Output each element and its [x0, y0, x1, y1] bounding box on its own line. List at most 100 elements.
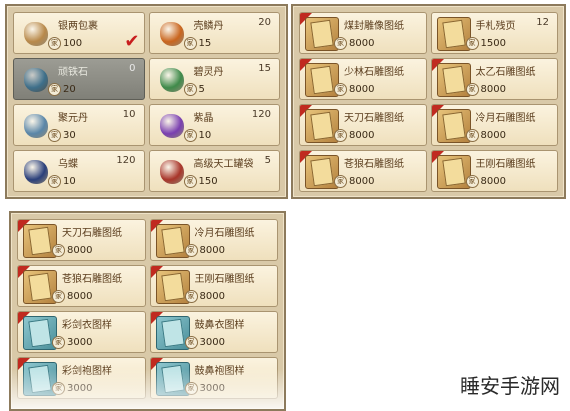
item-price: 家 8000	[334, 175, 374, 188]
item-price: 家3000	[184, 336, 225, 349]
item-name: 紫晶	[193, 113, 214, 124]
shop-panel-blueprints: 煤封雕像图纸家 8000 手札残页 12 家 1500 少林石雕图纸家 8000 太乙石雕图纸家…	[291, 4, 566, 199]
item-price: 家 30	[48, 129, 76, 142]
shop-item[interactable]: 鼓鼻衣图样家 3000	[149, 311, 278, 353]
shop-item[interactable]: 碧灵丹 15 家 5	[148, 58, 280, 100]
shop-item[interactable]: 王刚石雕图纸家 8000	[149, 265, 278, 307]
fade-overlay	[11, 369, 284, 409]
item-price: 家 8000	[465, 175, 506, 188]
shop-item[interactable]: 紫晶 120 家 10	[148, 104, 280, 146]
item-name: 银两包裹	[58, 21, 98, 32]
item-name: 太乙石雕图纸	[475, 67, 536, 78]
shop-item[interactable]: 聚元丹 10 家 30	[13, 104, 145, 146]
price-value: 8000	[349, 84, 375, 95]
item-quantity: 5	[264, 155, 271, 166]
price-value: 8000	[67, 245, 93, 256]
currency-icon: 家	[183, 37, 197, 50]
item-name: 鼓鼻衣图样	[194, 320, 245, 331]
item-price: 家 8000	[334, 83, 374, 96]
item-name: 冷月石雕图纸	[194, 228, 255, 239]
item-name: 手札残页	[475, 21, 516, 32]
price-value: 8000	[349, 176, 375, 187]
shop-item[interactable]: 顽铁石 0 家 20	[13, 58, 145, 100]
currency-icon: 家	[183, 175, 197, 188]
currency-icon: 家	[48, 83, 61, 96]
item-price: 家 10	[48, 175, 76, 188]
currency-icon: 家	[184, 244, 198, 257]
shop-item[interactable]: 苍狼石雕图纸家 8000	[17, 265, 146, 307]
item-quantity: 20	[258, 17, 271, 28]
price-value: 150	[198, 176, 218, 187]
shop-item[interactable]: 天刀石雕图纸家 8000	[17, 219, 146, 261]
shop-item[interactable]: 天刀石雕图纸家 8000	[299, 104, 427, 146]
item-name: 聚元丹	[58, 113, 88, 124]
shop-item[interactable]: 手札残页 12 家 1500	[430, 12, 558, 54]
item-price: 家 8000	[52, 244, 92, 257]
item-quantity: 120	[116, 155, 136, 166]
currency-icon: 家	[184, 290, 198, 303]
item-quantity: 15	[258, 63, 271, 74]
item-price: 家 1500	[465, 37, 506, 50]
item-name: 乌蝶	[58, 159, 78, 170]
item-quantity: 0	[129, 63, 136, 74]
item-name: 王刚石雕图纸	[194, 274, 255, 285]
item-name: 碧灵丹	[193, 67, 224, 78]
shop-item[interactable]: 彩剑衣图样家 3000	[17, 311, 146, 353]
currency-icon: 家	[465, 83, 479, 96]
item-name: 壳鳞丹	[193, 21, 224, 32]
currency-icon: 家	[465, 175, 479, 188]
item-price: 家 8000	[184, 290, 225, 303]
item-name: 天刀石雕图纸	[344, 113, 404, 124]
price-value: 15	[198, 38, 212, 49]
currency-icon: 家	[465, 37, 479, 50]
item-price: 家 15	[183, 37, 212, 50]
shop-item[interactable]: 高级天工罐袋 5 家 150	[148, 150, 280, 192]
currency-icon: 家	[52, 336, 65, 349]
item-price: 家 10	[183, 129, 211, 142]
shop-item[interactable]: 冷月石雕图纸家 8000	[149, 219, 278, 261]
price-value: 8000	[349, 130, 375, 141]
currency-icon: 家	[334, 129, 347, 142]
item-name: 苍狼石雕图纸	[344, 159, 404, 170]
price-value: 8000	[199, 245, 225, 256]
shop-item[interactable]: 银两包裹家 100 ✔	[13, 12, 145, 54]
shop-item[interactable]: 太乙石雕图纸家 8000	[430, 58, 558, 100]
item-name: 煤封雕像图纸	[344, 21, 404, 32]
currency-icon: 家	[184, 336, 198, 349]
price-value: 100	[63, 38, 83, 49]
price-value: 8000	[480, 84, 506, 95]
shop-item[interactable]: 乌蝶 120 家 10	[13, 150, 145, 192]
price-value: 10	[63, 176, 76, 187]
item-price: 家 100	[48, 37, 82, 50]
shop-panel-consumables: 银两包裹家 100 ✔ 壳鳞丹 20 家 15 顽铁石 0 家 20 碧灵丹 15 家 5 聚元丹 10 家 30 紫…	[5, 4, 288, 199]
shop-panel-patterns: 天刀石雕图纸家 8000 冷月石雕图纸家 8000 苍狼石雕图纸家 8000 王刚石雕图纸家…	[9, 211, 286, 411]
currency-icon: 家	[334, 175, 347, 188]
item-price: 家 8000	[334, 129, 374, 142]
shop-item[interactable]: 壳鳞丹 20 家 15	[148, 12, 280, 54]
currency-icon: 家	[183, 129, 197, 142]
currency-icon: 家	[334, 37, 347, 50]
price-value: 3000	[199, 337, 225, 348]
item-grid: 银两包裹家 100 ✔ 壳鳞丹 20 家 15 顽铁石 0 家 20 碧灵丹 15 家 5 聚元丹 10 家 30 紫…	[13, 12, 280, 192]
price-value: 5	[198, 84, 205, 95]
item-name: 彩剑衣图样	[62, 320, 112, 331]
price-value: 3000	[67, 337, 93, 348]
shop-item[interactable]: 王刚石雕图纸家 8000	[430, 150, 558, 192]
price-value: 8000	[199, 291, 225, 302]
item-name: 少林石雕图纸	[344, 67, 404, 78]
price-value: 30	[63, 130, 76, 141]
item-price: 家3000	[52, 336, 92, 349]
item-name: 苍狼石雕图纸	[62, 274, 122, 285]
currency-icon: 家	[465, 129, 479, 142]
currency-icon: 家	[334, 83, 347, 96]
item-name: 冷月石雕图纸	[475, 113, 536, 124]
watermark-text: 睡安手游网	[460, 374, 560, 398]
shop-item[interactable]: 冷月石雕图纸家 8000	[430, 104, 558, 146]
item-quantity: 120	[251, 109, 271, 120]
item-price: 家 8000	[465, 83, 506, 96]
currency-icon: 家	[183, 83, 197, 96]
shop-item[interactable]: 少林石雕图纸家 8000	[299, 58, 427, 100]
item-price: 家 20	[48, 83, 76, 96]
shop-item[interactable]: 苍狼石雕图纸家 8000	[299, 150, 427, 192]
shop-item[interactable]: 煤封雕像图纸家 8000	[299, 12, 427, 54]
